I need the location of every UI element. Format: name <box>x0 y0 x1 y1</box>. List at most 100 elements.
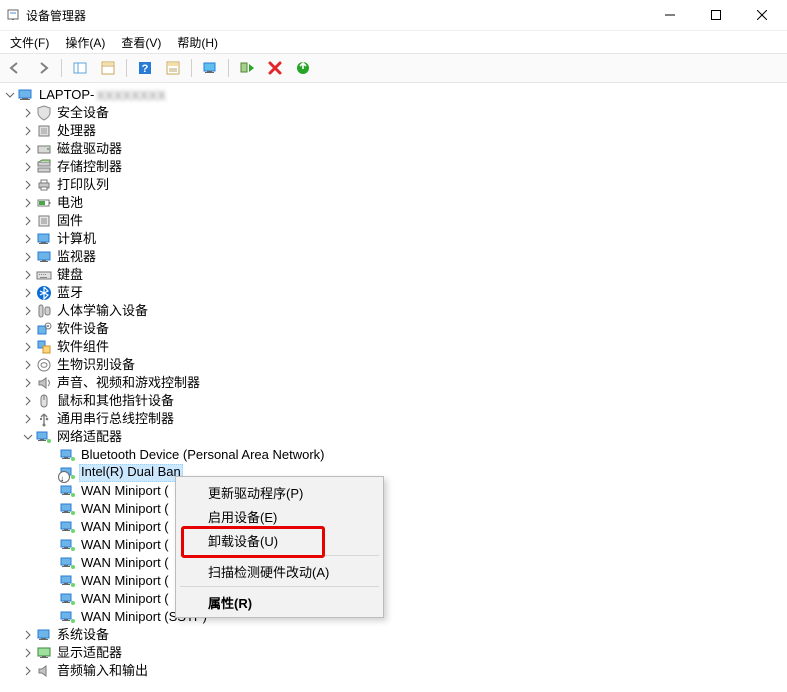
close-button[interactable] <box>739 0 785 30</box>
tree-category-network[interactable]: 网络适配器 <box>0 428 787 446</box>
tree-category[interactable]: 计算机 <box>0 230 787 248</box>
expand-icon[interactable] <box>22 377 34 389</box>
tree-category-label: 生物识别设备 <box>55 357 137 373</box>
expand-icon[interactable] <box>22 665 34 677</box>
tree-category[interactable]: 安全设备 <box>0 104 787 122</box>
context-properties[interactable]: 属性(R) <box>178 590 381 614</box>
tree-category[interactable]: 监视器 <box>0 248 787 266</box>
expand-icon[interactable] <box>22 341 34 353</box>
battery-icon <box>36 195 52 211</box>
tree-category[interactable]: 鼠标和其他指针设备 <box>0 392 787 410</box>
menu-action[interactable]: 操作(A) <box>57 32 113 53</box>
expand-icon[interactable] <box>22 269 34 281</box>
expand-icon[interactable] <box>22 413 34 425</box>
tree-category[interactable]: 通用串行总线控制器 <box>0 410 787 428</box>
app-icon <box>6 7 22 23</box>
menu-help[interactable]: 帮助(H) <box>169 32 226 53</box>
toolbar-show-hide-button[interactable] <box>67 56 93 80</box>
device-tree[interactable]: LAPTOP- XXXXXXXX 安全设备处理器磁盘驱动器存储控制器打印队列电池… <box>0 82 787 692</box>
tree-device-label: WAN Miniport ( <box>79 519 171 535</box>
toolbar-back-button[interactable] <box>2 56 28 80</box>
tree-category[interactable]: 处理器 <box>0 122 787 140</box>
tree-category-label: 键盘 <box>55 267 85 283</box>
context-uninstall-device[interactable]: 卸载设备(U) <box>178 528 381 552</box>
expand-icon[interactable] <box>22 125 34 137</box>
tree-category[interactable]: 固件 <box>0 212 787 230</box>
tree-category[interactable]: 软件组件 <box>0 338 787 356</box>
network-adapter-icon <box>60 591 76 607</box>
tree-category-label: 计算机 <box>55 231 98 247</box>
tree-category[interactable]: 生物识别设备 <box>0 356 787 374</box>
menu-file[interactable]: 文件(F) <box>2 32 57 53</box>
expand-spacer <box>46 575 58 587</box>
tree-device[interactable]: WAN Miniport ( <box>0 500 787 518</box>
tree-category[interactable]: 显示适配器 <box>0 644 787 662</box>
titlebar: 设备管理器 <box>0 0 787 31</box>
display-icon <box>36 645 52 661</box>
expand-icon[interactable] <box>22 323 34 335</box>
tree-category[interactable]: 软件设备 <box>0 320 787 338</box>
context-menu: 更新驱动程序(P) 启用设备(E) 卸载设备(U) 扫描检测硬件改动(A) 属性… <box>175 476 384 618</box>
tree-category[interactable]: 声音、视频和游戏控制器 <box>0 374 787 392</box>
expand-icon[interactable] <box>22 107 34 119</box>
tree-category[interactable]: 存储控制器 <box>0 158 787 176</box>
monitor-icon <box>36 249 52 265</box>
network-adapter-icon <box>60 573 76 589</box>
expand-icon[interactable] <box>22 197 34 209</box>
expand-icon[interactable] <box>4 89 16 101</box>
context-scan-hardware[interactable]: 扫描检测硬件改动(A) <box>178 559 381 583</box>
expand-icon[interactable] <box>22 647 34 659</box>
tree-root-label: LAPTOP- <box>37 87 96 103</box>
network-adapter-icon <box>36 429 52 445</box>
expand-icon[interactable] <box>22 359 34 371</box>
computer-icon <box>36 231 52 247</box>
tree-category[interactable]: 磁盘驱动器 <box>0 140 787 158</box>
tree-device[interactable]: WAN Miniport ( <box>0 518 787 536</box>
expand-icon[interactable] <box>22 161 34 173</box>
expand-icon[interactable] <box>22 233 34 245</box>
tree-device[interactable]: Bluetooth Device (Personal Area Network) <box>0 446 787 464</box>
toolbar-enable-device-button[interactable] <box>234 56 260 80</box>
expand-icon[interactable] <box>22 143 34 155</box>
toolbar-forward-button[interactable] <box>30 56 56 80</box>
toolbar-update-driver-button[interactable] <box>197 56 223 80</box>
expand-icon[interactable] <box>22 251 34 263</box>
tree-category[interactable]: 音频输入和输出 <box>0 662 787 680</box>
tree-device[interactable]: WAN Miniport ( <box>0 554 787 572</box>
toolbar-properties-button[interactable] <box>95 56 121 80</box>
toolbar-uninstall-button[interactable] <box>262 56 288 80</box>
tree-device[interactable]: WAN Miniport (SSTP) <box>0 608 787 626</box>
expand-icon[interactable] <box>22 179 34 191</box>
tree-category[interactable]: 人体学输入设备 <box>0 302 787 320</box>
tree-category-label: 人体学输入设备 <box>55 303 150 319</box>
expand-spacer <box>46 503 58 515</box>
context-enable-device[interactable]: 启用设备(E) <box>178 504 381 528</box>
tree-category[interactable]: 蓝牙 <box>0 284 787 302</box>
tree-category[interactable]: 键盘 <box>0 266 787 284</box>
tree-device[interactable]: WAN Miniport ( <box>0 536 787 554</box>
expand-icon[interactable] <box>22 215 34 227</box>
minimize-button[interactable] <box>647 0 693 30</box>
tree-device[interactable]: Intel(R) Dual Ban <box>0 464 787 482</box>
tree-category[interactable]: 打印队列 <box>0 176 787 194</box>
tree-category[interactable]: 电池 <box>0 194 787 212</box>
expand-icon[interactable] <box>22 287 34 299</box>
tree-root[interactable]: LAPTOP- XXXXXXXX <box>0 86 787 104</box>
tree-category-label: 电池 <box>55 195 85 211</box>
expand-icon[interactable] <box>22 395 34 407</box>
menu-view[interactable]: 查看(V) <box>113 32 169 53</box>
tree-category[interactable]: 系统设备 <box>0 626 787 644</box>
tree-device-label: WAN Miniport ( <box>79 555 171 571</box>
toolbar-device-properties-button[interactable] <box>160 56 186 80</box>
expand-icon[interactable] <box>22 305 34 317</box>
tree-device[interactable]: WAN Miniport ( <box>0 572 787 590</box>
tree-device[interactable]: WAN Miniport ( <box>0 590 787 608</box>
toolbar-help-button[interactable]: ? <box>132 56 158 80</box>
expand-icon[interactable] <box>22 431 34 443</box>
toolbar-scan-hardware-button[interactable] <box>290 56 316 80</box>
maximize-button[interactable] <box>693 0 739 30</box>
context-update-driver[interactable]: 更新驱动程序(P) <box>178 480 381 504</box>
root-redacted: XXXXXXXX <box>96 88 165 103</box>
expand-icon[interactable] <box>22 629 34 641</box>
tree-device[interactable]: WAN Miniport ( <box>0 482 787 500</box>
